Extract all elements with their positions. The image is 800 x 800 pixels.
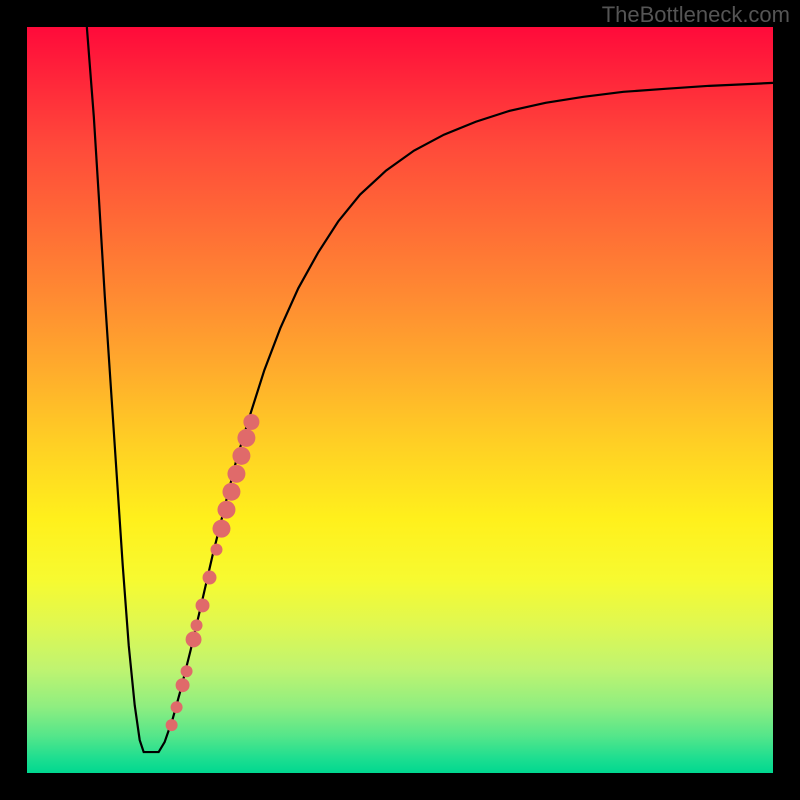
data-marker xyxy=(176,678,190,692)
data-marker xyxy=(227,465,245,483)
chart-stage: TheBottleneck.com xyxy=(0,0,800,800)
data-marker xyxy=(222,483,240,501)
data-marker xyxy=(203,571,217,585)
data-marker xyxy=(217,501,235,519)
data-marker xyxy=(171,701,183,713)
data-marker xyxy=(243,414,259,430)
watermark-text: TheBottleneck.com xyxy=(602,2,790,28)
data-marker xyxy=(191,619,203,631)
data-marker xyxy=(237,429,255,447)
data-marker xyxy=(232,447,250,465)
plot-area xyxy=(26,26,774,774)
data-marker xyxy=(213,520,231,538)
data-marker xyxy=(166,719,178,731)
data-marker xyxy=(186,631,202,647)
marker-group xyxy=(166,414,260,731)
chart-svg xyxy=(27,27,773,773)
data-marker xyxy=(211,544,223,556)
data-marker xyxy=(181,665,193,677)
data-marker xyxy=(196,598,210,612)
